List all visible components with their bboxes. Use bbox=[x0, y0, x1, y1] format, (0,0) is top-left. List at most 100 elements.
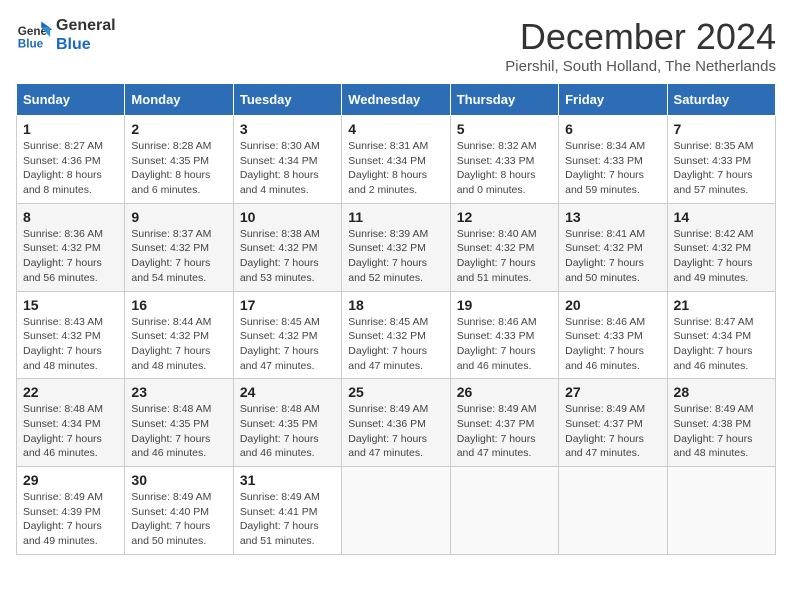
day-number: 26 bbox=[457, 384, 552, 400]
weekday-header-sunday: Sunday bbox=[17, 84, 125, 116]
calendar-cell: 10 Sunrise: 8:38 AMSunset: 4:32 PMDayligh… bbox=[233, 203, 341, 291]
day-info: Sunrise: 8:43 AMSunset: 4:32 PMDaylight:… bbox=[23, 315, 118, 374]
calendar-cell: 21 Sunrise: 8:47 AMSunset: 4:34 PMDayligh… bbox=[667, 291, 775, 379]
calendar-week-4: 22Sunrise: 8:48 AMSunset: 4:34 PMDayligh… bbox=[17, 379, 776, 467]
calendar-cell: 5 Sunrise: 8:32 AMSunset: 4:33 PMDaylight… bbox=[450, 116, 558, 204]
calendar-cell: 29 Sunrise: 8:49 AMSunset: 4:39 PMDayligh… bbox=[17, 467, 125, 555]
day-info: Sunrise: 8:48 AMSunset: 4:35 PMDaylight:… bbox=[240, 402, 335, 461]
logo-blue: Blue bbox=[56, 35, 116, 54]
day-number: 21 bbox=[674, 297, 769, 313]
day-number: 2 bbox=[131, 121, 226, 137]
day-number: 29 bbox=[23, 472, 118, 488]
logo-icon: General Blue bbox=[16, 17, 52, 53]
logo-general: General bbox=[56, 16, 116, 35]
weekday-header-saturday: Saturday bbox=[667, 84, 775, 116]
day-info: Sunrise: 8:49 AMSunset: 4:36 PMDaylight:… bbox=[348, 402, 443, 461]
calendar-cell bbox=[667, 467, 775, 555]
calendar-cell: 2 Sunrise: 8:28 AMSunset: 4:35 PMDaylight… bbox=[125, 116, 233, 204]
calendar-body: 1 Sunrise: 8:27 AMSunset: 4:36 PMDaylight… bbox=[17, 116, 776, 555]
calendar-cell: 12Sunrise: 8:40 AMSunset: 4:32 PMDayligh… bbox=[450, 203, 558, 291]
day-info: Sunrise: 8:49 AMSunset: 4:38 PMDaylight:… bbox=[674, 402, 769, 461]
calendar-cell: 20Sunrise: 8:46 AMSunset: 4:33 PMDayligh… bbox=[559, 291, 667, 379]
calendar-cell: 13 Sunrise: 8:41 AMSunset: 4:32 PMDayligh… bbox=[559, 203, 667, 291]
calendar-table: SundayMondayTuesdayWednesdayThursdayFrid… bbox=[16, 83, 776, 555]
calendar-cell: 1 Sunrise: 8:27 AMSunset: 4:36 PMDaylight… bbox=[17, 116, 125, 204]
calendar-cell: 14 Sunrise: 8:42 AMSunset: 4:32 PMDayligh… bbox=[667, 203, 775, 291]
calendar-cell: 6 Sunrise: 8:34 AMSunset: 4:33 PMDaylight… bbox=[559, 116, 667, 204]
day-number: 10 bbox=[240, 209, 335, 225]
calendar-cell bbox=[450, 467, 558, 555]
day-number: 13 bbox=[565, 209, 660, 225]
calendar-cell: 4 Sunrise: 8:31 AMSunset: 4:34 PMDaylight… bbox=[342, 116, 450, 204]
day-info: Sunrise: 8:49 AMSunset: 4:37 PMDaylight:… bbox=[457, 402, 552, 461]
calendar-cell: 18 Sunrise: 8:45 AMSunset: 4:32 PMDayligh… bbox=[342, 291, 450, 379]
weekday-header-wednesday: Wednesday bbox=[342, 84, 450, 116]
calendar-cell: 7 Sunrise: 8:35 AMSunset: 4:33 PMDaylight… bbox=[667, 116, 775, 204]
day-number: 4 bbox=[348, 121, 443, 137]
month-title: December 2024 bbox=[505, 16, 776, 58]
weekday-header-thursday: Thursday bbox=[450, 84, 558, 116]
day-info: Sunrise: 8:27 AMSunset: 4:36 PMDaylight:… bbox=[23, 139, 118, 198]
calendar-cell: 9 Sunrise: 8:37 AMSunset: 4:32 PMDaylight… bbox=[125, 203, 233, 291]
day-info: Sunrise: 8:49 AMSunset: 4:39 PMDaylight:… bbox=[23, 490, 118, 549]
day-number: 1 bbox=[23, 121, 118, 137]
logo: General Blue General Blue bbox=[16, 16, 116, 54]
calendar-cell: 28 Sunrise: 8:49 AMSunset: 4:38 PMDayligh… bbox=[667, 379, 775, 467]
calendar-cell: 17Sunrise: 8:45 AMSunset: 4:32 PMDayligh… bbox=[233, 291, 341, 379]
day-info: Sunrise: 8:34 AMSunset: 4:33 PMDaylight:… bbox=[565, 139, 660, 198]
day-info: Sunrise: 8:31 AMSunset: 4:34 PMDaylight:… bbox=[348, 139, 443, 198]
calendar-cell bbox=[559, 467, 667, 555]
svg-text:Blue: Blue bbox=[18, 38, 44, 51]
calendar-cell: 19Sunrise: 8:46 AMSunset: 4:33 PMDayligh… bbox=[450, 291, 558, 379]
day-info: Sunrise: 8:36 AMSunset: 4:32 PMDaylight:… bbox=[23, 227, 118, 286]
day-info: Sunrise: 8:30 AMSunset: 4:34 PMDaylight:… bbox=[240, 139, 335, 198]
day-info: Sunrise: 8:48 AMSunset: 4:34 PMDaylight:… bbox=[23, 402, 118, 461]
day-info: Sunrise: 8:37 AMSunset: 4:32 PMDaylight:… bbox=[131, 227, 226, 286]
day-info: Sunrise: 8:41 AMSunset: 4:32 PMDaylight:… bbox=[565, 227, 660, 286]
calendar-cell: 11Sunrise: 8:39 AMSunset: 4:32 PMDayligh… bbox=[342, 203, 450, 291]
day-number: 14 bbox=[674, 209, 769, 225]
calendar-cell: 15 Sunrise: 8:43 AMSunset: 4:32 PMDayligh… bbox=[17, 291, 125, 379]
day-number: 24 bbox=[240, 384, 335, 400]
day-number: 6 bbox=[565, 121, 660, 137]
day-info: Sunrise: 8:35 AMSunset: 4:33 PMDaylight:… bbox=[674, 139, 769, 198]
day-info: Sunrise: 8:42 AMSunset: 4:32 PMDaylight:… bbox=[674, 227, 769, 286]
calendar-cell: 3 Sunrise: 8:30 AMSunset: 4:34 PMDaylight… bbox=[233, 116, 341, 204]
day-info: Sunrise: 8:46 AMSunset: 4:33 PMDaylight:… bbox=[457, 315, 552, 374]
weekday-header-row: SundayMondayTuesdayWednesdayThursdayFrid… bbox=[17, 84, 776, 116]
header: General Blue General Blue December 2024 … bbox=[16, 16, 776, 75]
day-number: 18 bbox=[348, 297, 443, 313]
day-info: Sunrise: 8:45 AMSunset: 4:32 PMDaylight:… bbox=[348, 315, 443, 374]
weekday-header-tuesday: Tuesday bbox=[233, 84, 341, 116]
calendar-week-5: 29 Sunrise: 8:49 AMSunset: 4:39 PMDayligh… bbox=[17, 467, 776, 555]
day-number: 7 bbox=[674, 121, 769, 137]
day-info: Sunrise: 8:49 AMSunset: 4:41 PMDaylight:… bbox=[240, 490, 335, 549]
day-number: 3 bbox=[240, 121, 335, 137]
day-info: Sunrise: 8:47 AMSunset: 4:34 PMDaylight:… bbox=[674, 315, 769, 374]
day-number: 5 bbox=[457, 121, 552, 137]
day-info: Sunrise: 8:48 AMSunset: 4:35 PMDaylight:… bbox=[131, 402, 226, 461]
calendar-cell: 27Sunrise: 8:49 AMSunset: 4:37 PMDayligh… bbox=[559, 379, 667, 467]
calendar-cell: 26 Sunrise: 8:49 AMSunset: 4:37 PMDayligh… bbox=[450, 379, 558, 467]
day-number: 27 bbox=[565, 384, 660, 400]
location-title: Piershil, South Holland, The Netherlands bbox=[505, 58, 776, 75]
day-number: 16 bbox=[131, 297, 226, 313]
day-number: 15 bbox=[23, 297, 118, 313]
day-number: 9 bbox=[131, 209, 226, 225]
day-number: 11 bbox=[348, 209, 443, 225]
calendar-cell: 23 Sunrise: 8:48 AMSunset: 4:35 PMDayligh… bbox=[125, 379, 233, 467]
title-area: December 2024 Piershil, South Holland, T… bbox=[505, 16, 776, 75]
day-info: Sunrise: 8:28 AMSunset: 4:35 PMDaylight:… bbox=[131, 139, 226, 198]
day-number: 30 bbox=[131, 472, 226, 488]
calendar-cell: 8Sunrise: 8:36 AMSunset: 4:32 PMDaylight… bbox=[17, 203, 125, 291]
weekday-header-monday: Monday bbox=[125, 84, 233, 116]
day-number: 23 bbox=[131, 384, 226, 400]
weekday-header-friday: Friday bbox=[559, 84, 667, 116]
day-info: Sunrise: 8:32 AMSunset: 4:33 PMDaylight:… bbox=[457, 139, 552, 198]
calendar-week-2: 8Sunrise: 8:36 AMSunset: 4:32 PMDaylight… bbox=[17, 203, 776, 291]
calendar-cell: 22Sunrise: 8:48 AMSunset: 4:34 PMDayligh… bbox=[17, 379, 125, 467]
day-number: 31 bbox=[240, 472, 335, 488]
calendar-week-3: 15 Sunrise: 8:43 AMSunset: 4:32 PMDayligh… bbox=[17, 291, 776, 379]
day-info: Sunrise: 8:38 AMSunset: 4:32 PMDaylight:… bbox=[240, 227, 335, 286]
day-number: 28 bbox=[674, 384, 769, 400]
